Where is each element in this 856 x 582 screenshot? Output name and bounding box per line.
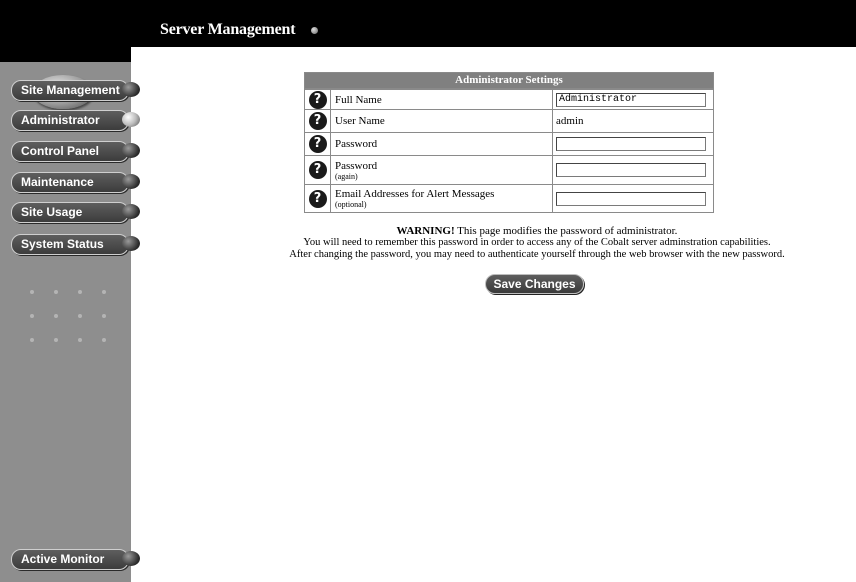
knob-icon bbox=[122, 204, 140, 219]
field-sublabel: (again) bbox=[335, 171, 358, 181]
sidebar: c Site Management Administrator Control … bbox=[0, 47, 140, 582]
header-bar bbox=[0, 0, 856, 47]
warning-line3: After changing the password, you may nee… bbox=[289, 249, 785, 260]
field-label: User Name bbox=[335, 115, 385, 127]
knob-icon bbox=[122, 174, 140, 189]
sidebar-item-site-usage[interactable]: Site Usage bbox=[11, 202, 140, 223]
title-bullet-icon bbox=[311, 27, 318, 34]
field-sublabel: (optional) bbox=[335, 200, 367, 209]
active-knob-icon bbox=[122, 112, 140, 127]
active-monitor-button[interactable]: Active Monitor bbox=[11, 549, 140, 570]
knob-icon bbox=[122, 236, 140, 251]
knob-icon bbox=[122, 551, 140, 566]
sidebar-item-administrator[interactable]: Administrator bbox=[11, 110, 140, 131]
sidebar-item-label: Site Usage bbox=[21, 205, 83, 219]
row-password: ? Password bbox=[305, 132, 713, 155]
field-label: Password bbox=[335, 159, 378, 172]
help-icon[interactable]: ? bbox=[308, 112, 327, 130]
active-monitor-label: Active Monitor bbox=[21, 552, 105, 566]
field-label: Full Name bbox=[335, 93, 382, 106]
sidebar-item-label: Control Panel bbox=[21, 144, 100, 158]
sidebar-item-system-status[interactable]: System Status bbox=[11, 234, 140, 255]
warning-label: WARNING! bbox=[396, 225, 455, 237]
full-name-input[interactable]: Administrator bbox=[556, 92, 706, 107]
sidebar-item-maintenance[interactable]: Maintenance bbox=[11, 172, 140, 193]
row-email-alerts: ? Email Addresses for Alert Messages (op… bbox=[305, 184, 713, 212]
warning-message: WARNING! This page modifies the password… bbox=[240, 225, 834, 261]
row-user-name: ? User Name admin bbox=[305, 109, 713, 132]
sidebar-item-label: Maintenance bbox=[21, 175, 94, 189]
settings-table-title: Administrator Settings bbox=[305, 73, 713, 89]
field-label: Password bbox=[335, 138, 378, 150]
help-icon[interactable]: ? bbox=[308, 135, 327, 153]
help-icon[interactable]: ? bbox=[308, 189, 327, 208]
email-alerts-input[interactable] bbox=[556, 191, 706, 206]
sidebar-item-label: System Status bbox=[21, 237, 104, 251]
page-title: Server Management bbox=[160, 21, 296, 38]
sidebar-top-band bbox=[0, 47, 131, 62]
row-full-name: ? Full Name Administrator bbox=[305, 89, 713, 109]
help-icon[interactable]: ? bbox=[308, 161, 327, 179]
administrator-settings-table: Administrator Settings ? Full Name Admin… bbox=[304, 72, 714, 213]
row-password-again: ? Password (again) bbox=[305, 155, 713, 184]
field-label: Email Addresses for Alert Messages bbox=[335, 188, 495, 200]
user-name-value: admin bbox=[556, 115, 584, 127]
knob-icon bbox=[122, 143, 140, 158]
save-changes-button[interactable]: Save Changes bbox=[485, 274, 584, 294]
help-icon[interactable]: ? bbox=[308, 90, 327, 109]
password-again-input[interactable] bbox=[556, 163, 706, 177]
sidebar-item-site-management[interactable]: Site Management bbox=[11, 80, 140, 101]
password-input[interactable] bbox=[556, 137, 706, 151]
knob-icon bbox=[122, 82, 140, 97]
sidebar-item-control-panel[interactable]: Control Panel bbox=[11, 141, 140, 162]
warning-line1: This page modifies the password of admin… bbox=[454, 225, 678, 237]
sidebar-item-label: Administrator bbox=[21, 113, 100, 127]
warning-line2: You will need to remember this password … bbox=[303, 237, 771, 248]
sidebar-item-label: Site Management bbox=[21, 83, 120, 97]
